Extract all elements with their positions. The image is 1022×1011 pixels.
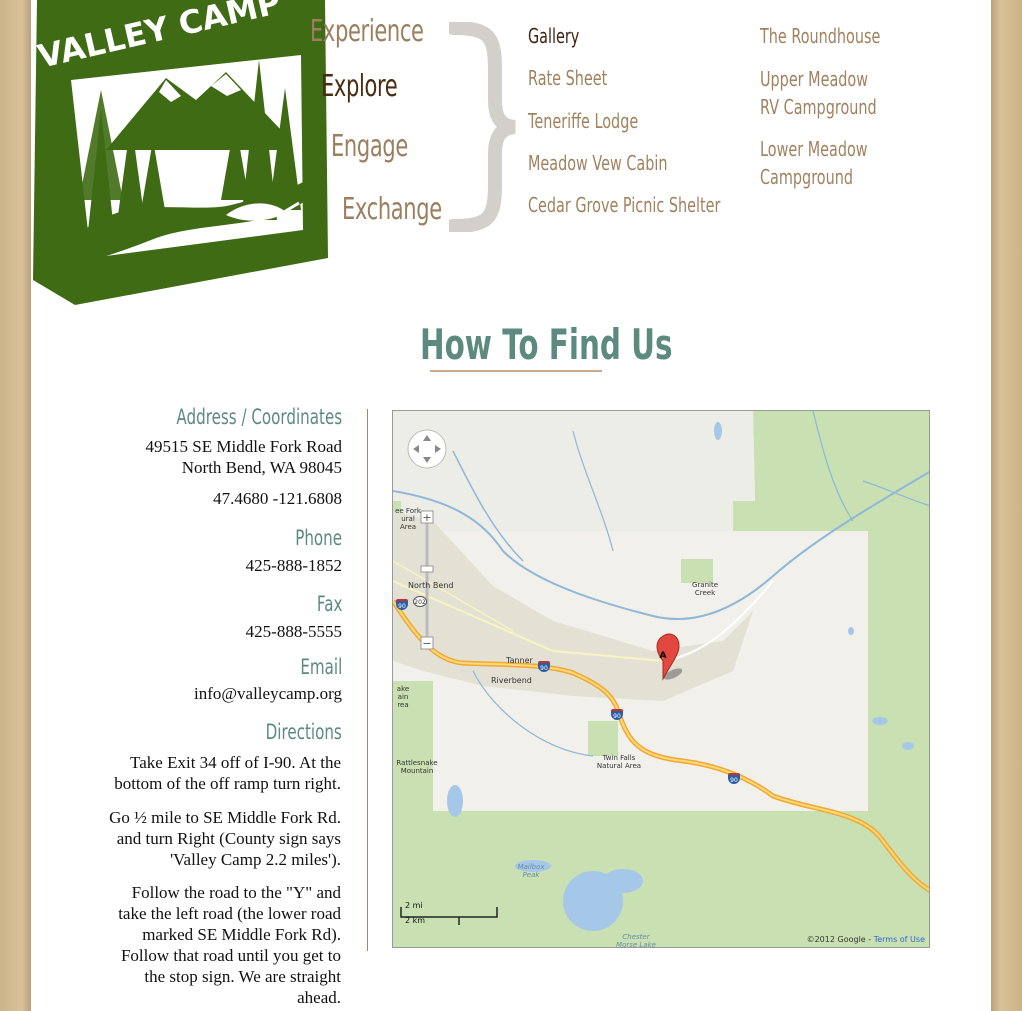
directions-para-1: Take Exit 34 off of I-90. At the bottom …	[114, 752, 341, 794]
directions-label: Directions	[265, 720, 342, 744]
fax-value: 425-888-5555	[245, 622, 342, 641]
directions-line: 'Valley Camp 2.2 miles').	[170, 850, 341, 869]
email-label: Email	[300, 655, 342, 679]
nav-exchange[interactable]: Exchange	[342, 192, 442, 227]
directions-para-3: Follow the road to the "Y" and take the …	[118, 882, 341, 1008]
map-label-rattlesnake-mountain: Rattlesnake Mountain	[396, 759, 438, 775]
map-attribution: ©2012 Google - Terms of Use	[807, 935, 925, 944]
column-divider	[367, 409, 368, 951]
subnav-upper-meadow[interactable]: Upper Meadow RV Campground	[760, 65, 877, 121]
phone-section: Phone	[277, 526, 342, 550]
nav-experience[interactable]: Experience	[310, 14, 424, 49]
scale-miles: 2 mi	[405, 901, 423, 910]
map-label-tanner: Tanner	[506, 656, 533, 665]
subnav-roundhouse[interactable]: The Roundhouse	[760, 22, 880, 50]
nav-engage[interactable]: Engage	[331, 129, 408, 164]
directions-line: Take Exit 34 off of I-90. At the	[130, 753, 341, 772]
directions-line: take the left road (the lower road	[118, 904, 341, 923]
email-section: Email	[284, 655, 342, 679]
title-underline	[430, 370, 602, 372]
fax-section: Fax	[307, 592, 342, 616]
phone-label: Phone	[295, 526, 342, 550]
directions-section: Directions	[236, 720, 342, 744]
map-label-riverbend: Riverbend	[491, 676, 532, 685]
map-copyright: ©2012 Google -	[806, 935, 874, 944]
directions-line: Follow that road until you get to	[120, 946, 341, 965]
scale-km: 2 km	[405, 916, 426, 925]
brace-divider	[449, 22, 516, 232]
map-label-chester-morse-lake: Chester Morse Lake	[616, 933, 656, 948]
fax-label: Fax	[316, 592, 342, 616]
page-content: VALLEY CAMP Experience Explore Engage Ex…	[31, 0, 991, 1011]
address-label: Address / Coordinates	[176, 405, 342, 429]
subnav-lower-meadow[interactable]: Lower Meadow Campground	[760, 135, 868, 191]
page-title: How To Find Us	[420, 320, 673, 369]
map-label-lake-area: ake ain rea	[396, 685, 410, 709]
phone-value: 425-888-1852	[245, 556, 342, 575]
nav-explore[interactable]: Explore	[321, 69, 398, 104]
svg-text:−: −	[422, 637, 431, 650]
directions-line: Follow the road to the "Y" and	[131, 883, 341, 902]
directions-line: the stop sign. We are straight	[144, 967, 341, 986]
terms-of-use-link[interactable]: Terms of Use	[874, 935, 925, 944]
map-marker-a[interactable]: A	[658, 651, 668, 661]
directions-line: marked SE Middle Fork Rd).	[142, 925, 341, 944]
map-label-granite-creek: Granite Creek	[691, 581, 719, 597]
address-line2: North Bend, WA 98045	[181, 458, 342, 477]
valley-camp-logo[interactable]: VALLEY CAMP	[31, 0, 331, 305]
address-text: 49515 SE Middle Fork Road North Bend, WA…	[146, 436, 342, 478]
map-label-mailbox-peak: Mailbox Peak	[517, 863, 545, 879]
map-label-fork-natural-area: ee Fork ural Area	[395, 507, 421, 531]
map-label-north-bend: North Bend	[408, 581, 454, 590]
directions-line: ahead.	[297, 988, 341, 1007]
subnav-upper-meadow-line1: Upper Meadow	[760, 67, 869, 91]
directions-para-2: Go ½ mile to SE Middle Fork Rd. and turn…	[109, 807, 341, 870]
right-frame	[991, 0, 1022, 1011]
subnav-rate-sheet[interactable]: Rate Sheet	[528, 64, 607, 92]
coordinates: 47.4680 -121.6808	[213, 489, 342, 508]
directions-line: Go ½ mile to SE Middle Fork Rd.	[109, 808, 341, 827]
subnav-meadow-vew-cabin[interactable]: Meadow Vew Cabin	[528, 149, 668, 177]
subnav-lower-meadow-line2: Campground	[760, 165, 854, 189]
directions-line: bottom of the off ramp turn right.	[114, 774, 341, 793]
svg-text:+: +	[422, 511, 431, 524]
google-map[interactable]: + − North Bend Tanner Riverbend Granite …	[392, 410, 930, 948]
highway-shield: 202	[413, 596, 427, 607]
address-section: Address / Coordinates	[112, 405, 342, 429]
directions-line: and turn Right (County sign says	[116, 829, 341, 848]
subnav-teneriffe-lodge[interactable]: Teneriffe Lodge	[528, 107, 638, 135]
left-frame	[0, 0, 31, 1011]
map-label-twin-falls: Twin Falls Natural Area	[596, 754, 642, 770]
email-link[interactable]: info@valleycamp.org	[194, 683, 342, 704]
subnav-cedar-grove-picnic-shelter[interactable]: Cedar Grove Picnic Shelter	[528, 191, 720, 219]
map-canvas[interactable]: + −	[393, 411, 930, 948]
subnav-upper-meadow-line2: RV Campground	[760, 95, 877, 119]
subnav-gallery[interactable]: Gallery	[528, 22, 579, 50]
address-line1: 49515 SE Middle Fork Road	[145, 437, 342, 456]
subnav-lower-meadow-line1: Lower Meadow	[760, 137, 868, 161]
